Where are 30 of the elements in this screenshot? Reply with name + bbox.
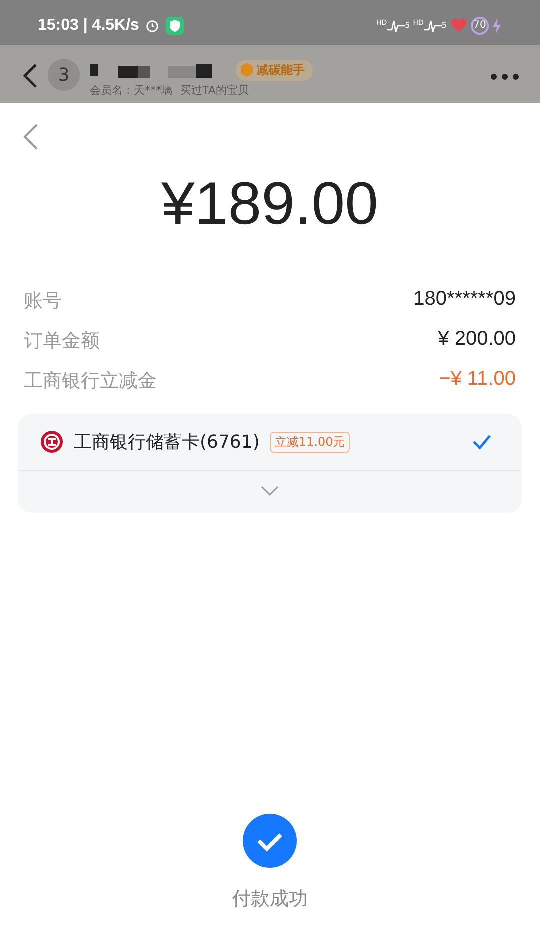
heart-icon bbox=[450, 18, 468, 33]
payment-method[interactable]: 工商银行储蓄卡(6761) 立减11.00元 bbox=[18, 414, 522, 471]
charging-icon bbox=[492, 18, 502, 34]
payment-status: 付款成功 bbox=[232, 887, 308, 912]
status-time: 15:03 | 4.5K/s bbox=[38, 16, 140, 34]
row-value: ¥ 200.00 bbox=[438, 328, 516, 352]
back-icon[interactable] bbox=[22, 123, 40, 151]
discount-tag: 立减11.00元 bbox=[270, 432, 350, 452]
heartbeat-icon bbox=[387, 18, 406, 32]
member-name: 会员名：天***璃 bbox=[90, 83, 172, 98]
bank-logo-icon bbox=[40, 430, 64, 454]
chevron-down-icon[interactable] bbox=[260, 485, 280, 497]
network-number: 5 bbox=[442, 21, 447, 30]
shield-icon bbox=[166, 16, 184, 34]
badge-tag: 减碳能手 bbox=[236, 60, 313, 80]
payment-amount: ¥189.00 bbox=[160, 169, 380, 238]
back-icon[interactable] bbox=[22, 63, 38, 89]
success-check-icon bbox=[243, 814, 297, 868]
row-label: 订单金额 bbox=[24, 329, 100, 354]
alarm-icon bbox=[145, 18, 160, 33]
row-value: 180******09 bbox=[414, 288, 516, 312]
row-value: −¥ 11.00 bbox=[439, 368, 516, 392]
unread-badge: 3 bbox=[48, 59, 80, 91]
more-icon[interactable] bbox=[490, 73, 520, 81]
method-name: 工商银行储蓄卡(6761) bbox=[74, 431, 260, 454]
row-label: 工商银行立减金 bbox=[24, 369, 157, 394]
row-label: 账号 bbox=[24, 289, 62, 314]
battery-indicator: 70 bbox=[471, 16, 489, 34]
network-number: 5 bbox=[405, 21, 410, 30]
heartbeat-icon bbox=[424, 18, 442, 32]
